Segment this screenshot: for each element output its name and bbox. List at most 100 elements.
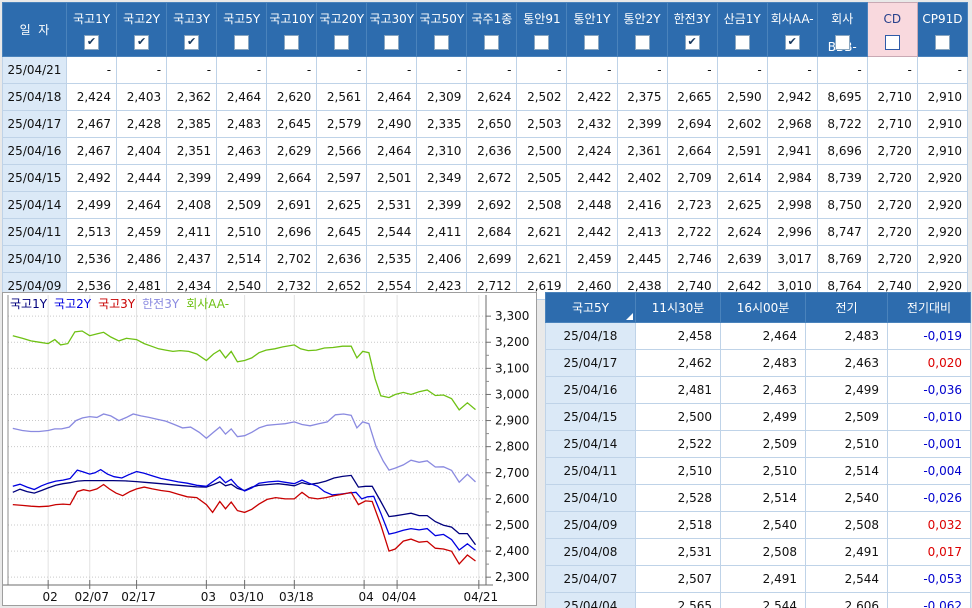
column-header-국고3Y[interactable]: 국고3Y ✔ <box>166 2 218 57</box>
value-cell: 2,464 <box>216 83 268 111</box>
column-header-국주1종[interactable]: 국주1종 <box>466 2 518 57</box>
value-cell: 2,720 <box>866 245 918 273</box>
checkbox-국고1Y[interactable]: ✔ <box>84 35 100 50</box>
column-header-국고50Y[interactable]: 국고50Y <box>416 2 468 57</box>
yield-row-25/04/16[interactable]: 25/04/16 2,467 2,404 2,351 2,463 2,629 2,566 2,… <box>2 137 969 165</box>
column-header-국고20Y[interactable]: 국고20Y <box>316 2 368 57</box>
value-cell: 2,544 <box>366 218 418 246</box>
column-header-국고1Y[interactable]: 국고1Y ✔ <box>65 2 118 57</box>
checkbox-국고3Y[interactable]: ✔ <box>184 35 200 50</box>
column-header-국고5Y[interactable]: 국고5Y <box>216 2 268 57</box>
checkbox-산금1Y[interactable] <box>734 35 750 50</box>
date-cell: 25/04/07 <box>545 565 636 593</box>
detail-row-25/04/08[interactable]: 25/04/08 2,531 2,508 2,491 0,017 <box>545 538 971 566</box>
axis-label: 03 <box>201 590 216 604</box>
detail-row-25/04/18[interactable]: 25/04/18 2,458 2,464 2,483 -0,019 <box>545 322 971 350</box>
value-cell: 2,508 <box>720 538 806 566</box>
column-header-회사BBB-[interactable]: 회사BBB- <box>816 2 868 57</box>
detail-column-header: 16시00분 <box>720 292 806 323</box>
yield-row-25/04/17[interactable]: 25/04/17 2,467 2,428 2,385 2,483 2,645 2,579 2,… <box>2 110 969 138</box>
value-cell: 8,747 <box>816 218 868 246</box>
detail-row-25/04/17[interactable]: 25/04/17 2,462 2,483 2,463 0,020 <box>545 349 971 377</box>
value-cell: 2,404 <box>116 137 168 165</box>
value-cell: - <box>766 56 818 84</box>
value-cell: 2,448 <box>566 191 618 219</box>
value-cell: 2,499 <box>805 376 888 404</box>
checkbox-국주1종[interactable] <box>484 35 500 50</box>
yield-row-25/04/14[interactable]: 25/04/14 2,499 2,464 2,408 2,509 2,691 2,625 2,… <box>2 191 969 219</box>
checkbox-통안91[interactable] <box>534 35 550 50</box>
detail-row-25/04/09[interactable]: 25/04/09 2,518 2,540 2,508 0,032 <box>545 511 971 539</box>
checkbox-회사AA-[interactable]: ✔ <box>784 35 800 50</box>
value-cell: 2,442 <box>566 164 618 192</box>
column-header-한전3Y[interactable]: 한전3Y ✔ <box>666 2 718 57</box>
column-header-산금1Y[interactable]: 산금1Y <box>716 2 768 57</box>
checkbox-국고50Y[interactable] <box>434 35 450 50</box>
value-cell: 8,769 <box>816 245 868 273</box>
detail-header-row: 국고5Y 11시30분 16시00분 전기 전기대비 <box>545 292 971 323</box>
detail-row-25/04/14[interactable]: 25/04/14 2,522 2,509 2,510 -0,001 <box>545 430 971 458</box>
detail-row-25/04/15[interactable]: 25/04/15 2,500 2,499 2,509 -0,010 <box>545 403 971 431</box>
legend-item-국고1Y: 국고1Y <box>10 297 48 311</box>
value-cell: 2,509 <box>720 430 806 458</box>
yield-row-25/04/21[interactable]: 25/04/21- - - - - - - - - - - - - - - - - - <box>2 56 969 84</box>
value-cell: 2,351 <box>166 137 218 165</box>
column-header-CD[interactable]: CD <box>866 2 918 57</box>
checkbox-국고10Y[interactable] <box>284 35 300 50</box>
value-cell: 2,375 <box>616 83 668 111</box>
yield-row-25/04/15[interactable]: 25/04/15 2,492 2,444 2,399 2,499 2,664 2,597 2,… <box>2 164 969 192</box>
axis-label: 2,400 <box>495 544 529 558</box>
column-header-통안2Y[interactable]: 통안2Y <box>616 2 668 57</box>
value-cell: 2,650 <box>466 110 518 138</box>
column-label: 국고1Y <box>73 11 111 26</box>
detail-row-25/04/10[interactable]: 25/04/10 2,528 2,514 2,540 -0,026 <box>545 484 971 512</box>
column-header-회사AA-[interactable]: 회사AA- ✔ <box>766 2 818 57</box>
value-cell: 2,481 <box>635 376 721 404</box>
value-cell: 2,483 <box>805 322 888 350</box>
detail-row-25/04/04[interactable]: 25/04/04 2,565 2,544 2,606 -0,062 <box>545 592 971 608</box>
column-header-CP91D[interactable]: CP91D <box>916 2 969 57</box>
yield-row-25/04/11[interactable]: 25/04/11 2,513 2,459 2,411 2,510 2,696 2,645 2,… <box>2 218 969 246</box>
yield-row-25/04/18[interactable]: 25/04/18 2,424 2,403 2,362 2,464 2,620 2,561 2,… <box>2 83 969 111</box>
checkbox-국고2Y[interactable]: ✔ <box>134 35 150 50</box>
checkbox-회사BBB-[interactable] <box>834 35 850 50</box>
value-cell: 2,684 <box>466 218 518 246</box>
value-cell: 2,996 <box>766 218 818 246</box>
column-label: 통안2Y <box>623 11 661 26</box>
value-cell: 2,509 <box>805 403 888 431</box>
checkbox-통안1Y[interactable] <box>584 35 600 50</box>
column-header-국고30Y[interactable]: 국고30Y <box>366 2 418 57</box>
checkbox-한전3Y[interactable]: ✔ <box>684 35 700 50</box>
value-cell: 2,499 <box>720 403 806 431</box>
checkbox-CP91D[interactable] <box>934 35 950 50</box>
column-header-통안1Y[interactable]: 통안1Y <box>566 2 618 57</box>
value-cell: - <box>366 56 418 84</box>
column-header-국고10Y[interactable]: 국고10Y <box>266 2 318 57</box>
value-cell: 2,590 <box>716 83 768 111</box>
value-cell: 2,416 <box>616 191 668 219</box>
detail-row-25/04/16[interactable]: 25/04/16 2,481 2,463 2,499 -0,036 <box>545 376 971 404</box>
column-header-국고2Y[interactable]: 국고2Y ✔ <box>116 2 168 57</box>
value-cell: 2,720 <box>866 164 918 192</box>
value-cell: 2,510 <box>720 457 806 485</box>
detail-row-25/04/11[interactable]: 25/04/11 2,510 2,510 2,514 -0,004 <box>545 457 971 485</box>
value-cell: - <box>616 56 668 84</box>
checkbox-국고20Y[interactable] <box>334 35 350 50</box>
checkbox-CD[interactable] <box>884 35 900 50</box>
checkbox-국고30Y[interactable] <box>384 35 400 50</box>
value-cell: 2,463 <box>216 137 268 165</box>
series-selector-header[interactable]: 국고5Y <box>545 292 636 323</box>
column-header-통안91[interactable]: 통안91 <box>516 2 568 57</box>
axis-label: 2,300 <box>495 570 529 584</box>
detail-column-header: 전기 <box>805 292 888 323</box>
column-header-row: 일 자 국고1Y ✔ 국고2Y ✔ 국고3Y ✔ 국고5Y 국고10Y 국고20Y 국고30Y 국고5… <box>2 2 969 57</box>
yield-row-25/04/10[interactable]: 25/04/10 2,536 2,486 2,437 2,514 2,702 2,636 2,… <box>2 245 969 273</box>
checkbox-국고5Y[interactable] <box>234 35 250 50</box>
value-cell: 2,984 <box>766 164 818 192</box>
axis-label: 2,500 <box>495 518 529 532</box>
value-cell: 2,424 <box>65 83 118 111</box>
detail-row-25/04/07[interactable]: 25/04/07 2,507 2,491 2,544 -0,053 <box>545 565 971 593</box>
change-cell: -0,010 <box>887 403 971 431</box>
checkbox-통안2Y[interactable] <box>634 35 650 50</box>
value-cell: 2,500 <box>516 137 568 165</box>
